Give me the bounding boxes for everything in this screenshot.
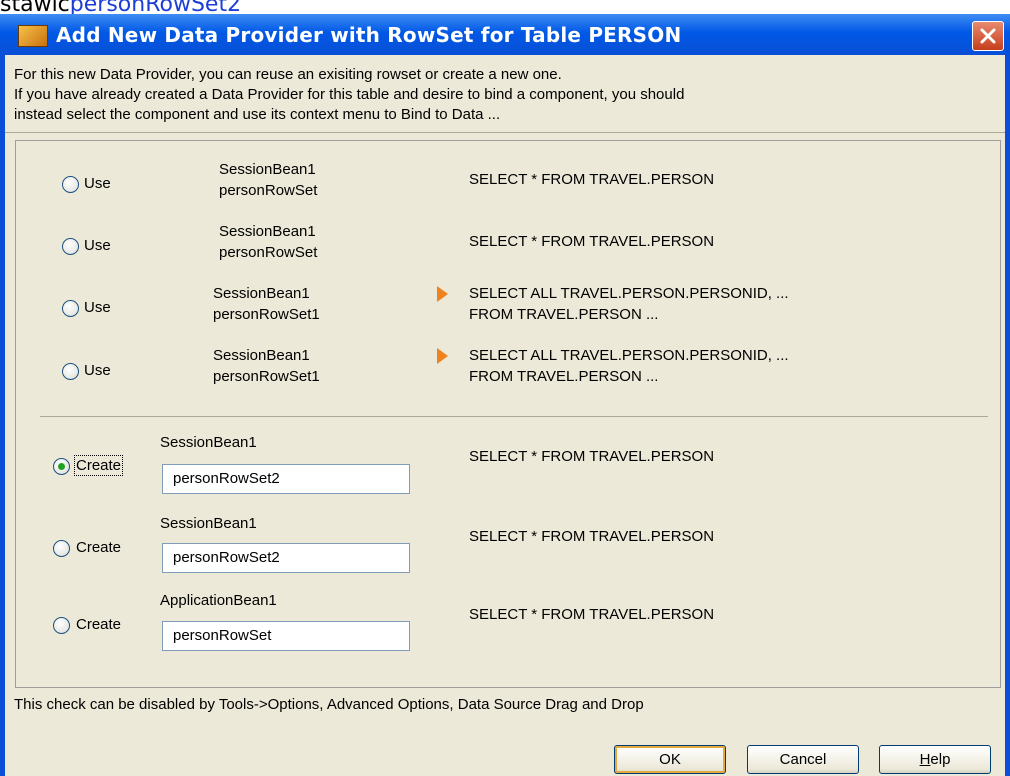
- use-label[interactable]: Use: [84, 299, 111, 316]
- sql-line: FROM TRAVEL.PERSON ...: [469, 306, 659, 323]
- intro-line: If you have already created a Data Provi…: [14, 86, 685, 103]
- expand-arrow-icon[interactable]: [437, 348, 448, 364]
- sql-query: SELECT * FROM TRAVEL.PERSON: [469, 169, 714, 190]
- use-label[interactable]: Use: [84, 362, 111, 379]
- intro-line: For this new Data Provider, you can reus…: [14, 66, 562, 83]
- sql-query: SELECT ALL TRAVEL.PERSON.PERSONID, ... F…: [469, 345, 789, 387]
- sql-line: SELECT ALL TRAVEL.PERSON.PERSONID, ...: [469, 347, 789, 364]
- dialog-window: Add New Data Provider with RowSet for Ta…: [0, 14, 1010, 776]
- dialog-title: Add New Data Provider with RowSet for Ta…: [56, 23, 682, 47]
- use-option-row: Use SessionBean1 personRowSet SELECT * F…: [16, 156, 1002, 216]
- title-bar[interactable]: Add New Data Provider with RowSet for Ta…: [0, 14, 1010, 55]
- rowset-name: personRowSet: [219, 244, 318, 261]
- bean-name: SessionBean1: [219, 161, 316, 178]
- create-option-row: Create SessionBean1 personRowSet2 SELECT…: [16, 433, 1002, 503]
- bean-name: SessionBean1: [160, 434, 257, 451]
- sql-line: SELECT * FROM TRAVEL.PERSON: [469, 233, 715, 250]
- ok-button[interactable]: OK: [614, 745, 726, 774]
- create-radio[interactable]: [53, 617, 70, 634]
- rowset-name: personRowSet: [219, 182, 318, 199]
- close-button[interactable]: [972, 21, 1004, 51]
- help-mnemonic: H: [919, 751, 931, 768]
- sql-query: SELECT ALL TRAVEL.PERSON.PERSONID, ... F…: [469, 283, 789, 325]
- bean-name: ApplicationBean1: [160, 592, 277, 609]
- options-panel: Use SessionBean1 personRowSet SELECT * F…: [15, 140, 1001, 688]
- rowset-name-input[interactable]: personRowSet2: [162, 464, 410, 494]
- rowset-source: SessionBean1 personRowSet: [219, 221, 317, 263]
- create-option-row: Create ApplicationBean1 personRowSet SEL…: [16, 591, 1002, 661]
- rowset-source: SessionBean1 personRowSet1: [213, 283, 320, 325]
- bean-name: SessionBean1: [160, 515, 257, 532]
- use-option-row: Use SessionBean1 personRowSet1 SELECT AL…: [16, 339, 1002, 399]
- rowset-name: personRowSet1: [213, 368, 320, 385]
- bean-name: SessionBean1: [213, 347, 310, 364]
- sql-query: SELECT * FROM TRAVEL.PERSON: [469, 231, 714, 252]
- rowset-name-input[interactable]: personRowSet2: [162, 543, 410, 573]
- help-label-rest: elp: [930, 751, 951, 768]
- help-button[interactable]: Help: [879, 745, 991, 774]
- create-label[interactable]: Create: [73, 455, 124, 476]
- sql-line: FROM TRAVEL.PERSON ...: [469, 368, 659, 385]
- create-label[interactable]: Create: [76, 539, 121, 556]
- create-radio[interactable]: [53, 458, 70, 475]
- table-icon: [18, 25, 48, 47]
- sql-query: SELECT * FROM TRAVEL.PERSON: [469, 528, 715, 545]
- rowset-name: personRowSet1: [213, 306, 320, 323]
- use-radio[interactable]: [62, 300, 79, 317]
- use-label[interactable]: Use: [84, 237, 111, 254]
- options-divider: [40, 416, 988, 417]
- create-option-row: Create SessionBean1 personRowSet2 SELECT…: [16, 513, 1002, 583]
- dialog-content: For this new Data Provider, you can reus…: [5, 55, 1005, 776]
- create-label[interactable]: Create: [76, 616, 121, 633]
- intro-text: For this new Data Provider, you can reus…: [14, 65, 684, 125]
- close-icon: [980, 28, 996, 44]
- footer-note: This check can be disabled by Tools->Opt…: [14, 696, 644, 713]
- use-label[interactable]: Use: [84, 175, 111, 192]
- sql-query: SELECT * FROM TRAVEL.PERSON: [469, 606, 715, 623]
- cancel-button[interactable]: Cancel: [747, 745, 859, 774]
- use-option-row: Use SessionBean1 personRowSet SELECT * F…: [16, 218, 1002, 278]
- use-radio[interactable]: [62, 238, 79, 255]
- use-option-row: Use SessionBean1 personRowSet1 SELECT AL…: [16, 279, 1002, 339]
- rowset-name-input[interactable]: personRowSet: [162, 621, 410, 651]
- expand-arrow-icon[interactable]: [437, 286, 448, 302]
- use-radio[interactable]: [62, 363, 79, 380]
- create-radio[interactable]: [53, 540, 70, 557]
- intro-line: instead select the component and use its…: [14, 106, 501, 123]
- use-radio[interactable]: [62, 176, 79, 193]
- intro-divider: [5, 132, 1005, 133]
- radio-selected-dot: [58, 463, 65, 470]
- sql-query: SELECT * FROM TRAVEL.PERSON: [469, 448, 715, 465]
- sql-line: SELECT ALL TRAVEL.PERSON.PERSONID, ...: [469, 285, 789, 302]
- rowset-source: SessionBean1 personRowSet: [219, 159, 317, 201]
- bean-name: SessionBean1: [219, 223, 316, 240]
- bean-name: SessionBean1: [213, 285, 310, 302]
- rowset-source: SessionBean1 personRowSet1: [213, 345, 320, 387]
- sql-line: SELECT * FROM TRAVEL.PERSON: [469, 171, 715, 188]
